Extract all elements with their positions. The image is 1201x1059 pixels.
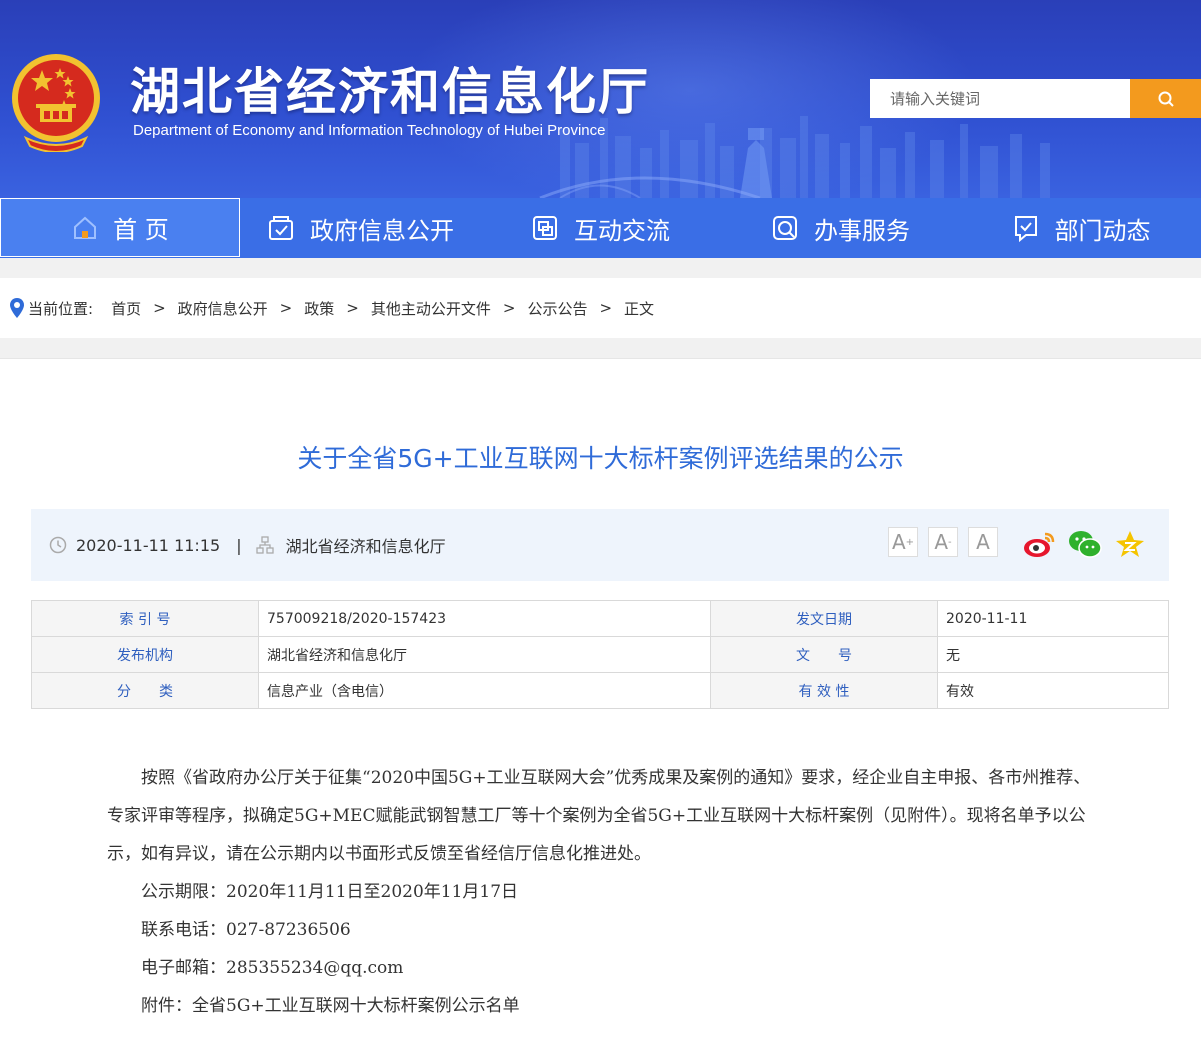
nav-item-dept-news[interactable]: 部门动态 <box>960 198 1201 258</box>
article-meta-bar: 2020-11-11 11:15 | 湖北省经济和信息化厅 A + A- A <box>31 509 1169 581</box>
nav-item-home[interactable]: 首 页 <box>0 198 240 257</box>
table-row: 发布机构 湖北省经济和信息化厅 文 号 无 <box>31 636 1169 673</box>
main-nav: 首 页 政府信息公开 互动交流 办事服务 部门动态 <box>0 198 1201 258</box>
info-key: 发文日期 <box>710 600 938 637</box>
breadcrumb-separator: > <box>599 299 613 317</box>
info-key: 发布机构 <box>31 636 259 673</box>
chat-icon <box>533 216 557 240</box>
info-key: 文 号 <box>710 636 938 673</box>
header-banner: 湖北省经济和信息化厅 Department of Economy and Inf… <box>0 0 1201 198</box>
font-btn-letter: A <box>934 530 949 554</box>
breadcrumb-separator: > <box>346 299 359 317</box>
breadcrumb-home[interactable]: 首页 <box>111 298 141 319</box>
site-subtitle: Department of Economy and Information Te… <box>133 122 606 139</box>
nav-label-home: 首 页 <box>113 216 169 244</box>
attachment-link[interactable]: 附件：全省5G+工业互联网十大标杆案例公示名单 <box>107 987 1097 1025</box>
breadcrumb: 当前位置: 首页 > 政府信息公开 > 政策 > 其他主动公开文件 > 公示公告… <box>0 278 1201 338</box>
nav-label-gov-info: 政府信息公开 <box>310 216 454 245</box>
meta-divider: | <box>236 535 242 555</box>
breadcrumb-policy[interactable]: 政策 <box>304 298 334 319</box>
breadcrumb-separator: > <box>502 299 516 317</box>
table-row: 索 引 号 757009218/2020-157423 发文日期 2020-11… <box>31 600 1169 637</box>
info-value: 757009218/2020-157423 <box>258 600 711 637</box>
clock-icon <box>49 536 67 554</box>
news-icon <box>1014 216 1037 243</box>
plus-sup: + <box>905 536 915 548</box>
font-size-decrease-button[interactable]: A- <box>928 527 958 557</box>
organization-icon <box>255 536 274 554</box>
info-key: 有 效 性 <box>710 672 938 709</box>
info-value: 2020-11-11 <box>937 600 1169 637</box>
publish-datetime: 2020-11-11 11:15 <box>76 535 221 555</box>
nav-item-gov-info[interactable]: 政府信息公开 <box>240 198 480 258</box>
service-icon <box>773 216 797 240</box>
nav-label-services: 办事服务 <box>814 216 910 245</box>
info-key: 索 引 号 <box>31 600 259 637</box>
breadcrumb-separator: > <box>153 299 166 317</box>
font-size-reset-button[interactable]: A <box>968 527 998 557</box>
breadcrumb-prefix: 当前位置: <box>28 299 94 318</box>
body-paragraph: 按照《省政府办公厅关于征集“2020中国5G+工业互联网大会”优秀成果及案例的通… <box>107 768 1091 864</box>
nav-label-interaction: 互动交流 <box>574 216 670 245</box>
site-title: 湖北省经济和信息化厅 <box>130 63 650 121</box>
info-key: 分 类 <box>31 672 259 709</box>
weibo-share-icon[interactable] <box>1023 529 1057 559</box>
font-size-increase-button[interactable]: A + <box>888 527 918 557</box>
search-input[interactable] <box>870 79 1130 118</box>
search-icon <box>1158 91 1174 107</box>
breadcrumb-other-files[interactable]: 其他主动公开文件 <box>371 298 491 319</box>
nav-item-services[interactable]: 办事服务 <box>720 198 960 258</box>
article-body: 按照《省政府办公厅关于征集“2020中国5G+工业互联网大会”优秀成果及案例的通… <box>107 759 1097 1025</box>
article-container: 关于全省5G+工业互联网十大标杆案例评选结果的公示 2020-11-11 11:… <box>0 358 1201 1059</box>
table-row: 分 类 信息产业（含电信） 有 效 性 有效 <box>31 672 1169 709</box>
breadcrumb-current: 正文 <box>624 299 655 318</box>
font-btn-letter: A <box>891 530 906 554</box>
body-paragraph: 联系电话：027-87236506 <box>141 920 351 940</box>
breadcrumb-announcements[interactable]: 公示公告 <box>527 298 587 319</box>
qzone-share-icon[interactable] <box>1115 529 1145 559</box>
info-value: 有效 <box>937 672 1169 709</box>
nav-label-dept-news: 部门动态 <box>1054 216 1151 245</box>
article-title: 关于全省5G+工业互联网十大标杆案例评选结果的公示 <box>297 444 904 473</box>
document-info-table: 索 引 号 757009218/2020-157423 发文日期 2020-11… <box>31 600 1169 709</box>
national-emblem-logo <box>12 54 100 152</box>
info-value: 湖北省经济和信息化厅 <box>258 636 711 673</box>
font-btn-letter: A <box>976 530 990 554</box>
minus-sup: - <box>948 536 952 548</box>
publish-source: 湖北省经济和信息化厅 <box>285 537 446 556</box>
body-paragraph: 电子邮箱：285355234@qq.com <box>141 958 404 978</box>
body-paragraph: 公示期限：2020年11月11日至2020年11月17日 <box>141 882 519 902</box>
nav-item-interaction[interactable]: 互动交流 <box>480 198 720 258</box>
home-icon <box>74 216 97 239</box>
location-pin-icon <box>10 298 24 318</box>
breadcrumb-gov-info[interactable]: 政府信息公开 <box>178 298 268 319</box>
breadcrumb-separator: > <box>279 299 293 317</box>
search-button[interactable] <box>1130 79 1201 118</box>
info-value: 无 <box>937 636 1169 673</box>
wechat-share-icon[interactable] <box>1068 529 1102 559</box>
info-icon <box>269 216 293 240</box>
info-value: 信息产业（含电信） <box>258 672 711 709</box>
